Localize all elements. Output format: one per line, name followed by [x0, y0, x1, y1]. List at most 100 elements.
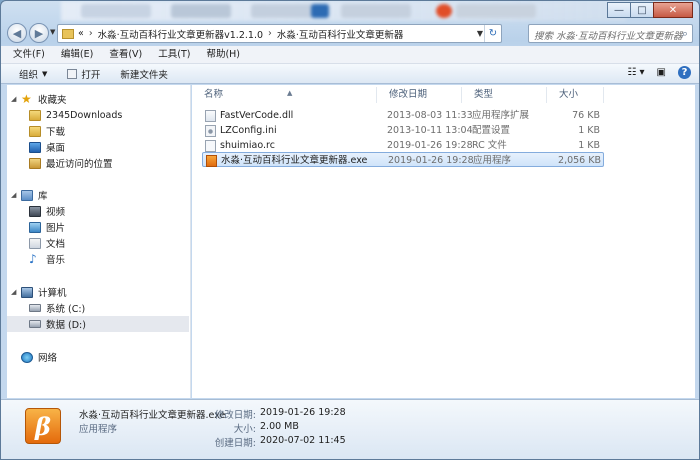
column-header-size[interactable]: 大小 [547, 87, 604, 103]
file-name: shuimiao.rc [220, 140, 275, 151]
back-arrow-icon: ◀ [12, 26, 22, 40]
details-filename: 水淼·互动百科行业文章更新器.exe [79, 410, 226, 421]
chevron-down-icon: ▼ [42, 69, 48, 78]
close-button[interactable]: ✕ [653, 2, 693, 18]
open-button[interactable]: 打开 [67, 67, 100, 81]
minimize-button[interactable]: — [607, 2, 631, 18]
file-size: 2,056 KB [558, 155, 601, 166]
sort-up-icon: ▲ [287, 89, 293, 97]
created-label: 创建日期: [214, 438, 256, 449]
nav-label: 系统 (C:) [46, 304, 86, 315]
recent-pages-dropdown-icon[interactable]: ▼ [50, 28, 55, 36]
downloads-folder-icon [29, 125, 41, 137]
breadcrumb-item[interactable]: 水淼·互动百科行业文章更新器 [277, 27, 404, 41]
nav-item-desktop[interactable]: 桌面 [29, 139, 65, 155]
column-label: 大小 [559, 89, 579, 100]
explorer-window: — □ ✕ ◀ ▶ ▼ « › 水淼·互动百科行业文章更新器v1.2.1.0 ›… [0, 0, 700, 460]
column-label: 修改日期 [389, 89, 428, 100]
expand-arrow-icon[interactable]: ◢ [11, 191, 16, 199]
file-row[interactable]: FastVerCode.dll 2013-08-03 11:33 应用程序扩展 … [202, 108, 604, 123]
nav-libraries[interactable]: ◢ 库 [11, 187, 48, 203]
search-input[interactable]: 搜索 水淼·互动百科行业文章更新器 ⌕ [528, 24, 693, 43]
nav-item-videos[interactable]: 视频 [29, 203, 65, 219]
menu-view[interactable]: 查看(V) [109, 46, 142, 63]
modified-label: 修改日期: [214, 410, 256, 421]
file-name: LZConfig.ini [220, 125, 277, 136]
desktop-icon [29, 141, 41, 153]
command-bar: 组织 ▼ 打开 新建文件夹 ☷ ▾ ▣ ? [1, 64, 699, 84]
nav-item-drive-c[interactable]: 系统 (C:) [29, 300, 85, 316]
file-type: 应用程序扩展 [472, 110, 530, 121]
file-type: RC 文件 [472, 140, 507, 151]
nav-item-downloads[interactable]: 下载 [29, 123, 65, 139]
file-row[interactable]: LZConfig.ini 2013-10-11 13:04 配置设置 1 KB [202, 123, 604, 138]
help-icon[interactable]: ? [678, 66, 691, 79]
file-size: 1 KB [578, 125, 600, 136]
address-dropdown-icon[interactable]: ▼ [477, 29, 483, 38]
column-label: 类型 [474, 89, 494, 100]
file-row[interactable]: shuimiao.rc 2019-01-26 19:28 RC 文件 1 KB [202, 138, 604, 153]
folder-icon [62, 28, 74, 39]
menu-file[interactable]: 文件(F) [13, 46, 45, 63]
address-row: ◀ ▶ ▼ « › 水淼·互动百科行业文章更新器v1.2.1.0 › 水淼·互动… [5, 22, 695, 44]
view-controls: ☷ ▾ ▣ ? [615, 66, 691, 79]
file-name: 水淼·互动百科行业文章更新器.exe [221, 155, 368, 166]
drive-icon [29, 304, 41, 312]
expand-arrow-icon[interactable]: ◢ [11, 95, 16, 103]
nav-item-pictures[interactable]: 图片 [29, 219, 65, 235]
nav-label: 音乐 [46, 255, 66, 266]
nav-label: 桌面 [46, 143, 66, 154]
menu-edit[interactable]: 编辑(E) [61, 46, 93, 63]
view-options-icon[interactable]: ☷ ▾ [627, 67, 644, 78]
nav-label: 下载 [46, 127, 66, 138]
nav-label: 网络 [38, 353, 58, 364]
nav-item-2345downloads[interactable]: 2345Downloads [29, 107, 122, 123]
organize-button[interactable]: 组织 ▼ [19, 67, 47, 81]
open-label: 打开 [81, 69, 101, 81]
forward-arrow-icon: ▶ [34, 26, 44, 40]
folder-icon [29, 109, 41, 121]
forward-button[interactable]: ▶ [29, 23, 49, 43]
file-row-selected[interactable]: 水淼·互动百科行业文章更新器.exe 2019-01-26 19:28 应用程序… [202, 152, 604, 167]
details-pane: β 水淼·互动百科行业文章更新器.exe 应用程序 修改日期: 2019-01-… [1, 399, 699, 459]
back-button[interactable]: ◀ [7, 23, 27, 43]
file-list: 名称 ▲ 修改日期 类型 大小 FastVerCode.dll 2013-08-… [192, 85, 695, 398]
size-value: 2.00 MB [260, 421, 299, 432]
nav-computer[interactable]: ◢ 计算机 [11, 284, 67, 300]
breadcrumb-item[interactable]: 水淼·互动百科行业文章更新器v1.2.1.0 [98, 27, 263, 41]
nav-network[interactable]: 网络 [21, 349, 57, 365]
config-file-icon [205, 124, 216, 137]
column-header-type[interactable]: 类型 [462, 87, 547, 103]
menu-tools[interactable]: 工具(T) [158, 46, 190, 63]
column-header-date[interactable]: 修改日期 [377, 87, 462, 103]
maximize-button[interactable]: □ [630, 2, 654, 18]
file-type: 应用程序 [473, 155, 512, 166]
nav-label: 2345Downloads [46, 109, 123, 121]
refresh-icon[interactable]: ↻ [484, 25, 501, 42]
expand-arrow-icon[interactable]: ◢ [11, 288, 16, 296]
video-icon [29, 205, 41, 217]
file-size: 76 KB [572, 110, 600, 121]
nav-item-music[interactable]: ♪ 音乐 [29, 251, 65, 267]
column-header-name[interactable]: 名称 ▲ [192, 87, 377, 103]
nav-favorites[interactable]: ◢ ★ 收藏夹 [11, 91, 67, 107]
recent-places-icon [29, 157, 41, 169]
nav-item-recent-places[interactable]: 最近访问的位置 [29, 155, 113, 171]
nav-item-documents[interactable]: 文档 [29, 235, 65, 251]
music-icon: ♪ [29, 251, 37, 266]
search-icon[interactable]: ⌕ [682, 27, 688, 41]
file-date: 2019-01-26 19:28 [388, 155, 474, 166]
address-bar[interactable]: « › 水淼·互动百科行业文章更新器v1.2.1.0 › 水淼·互动百科行业文章… [57, 24, 502, 43]
document-icon [29, 237, 41, 249]
nav-label: 视频 [46, 207, 66, 218]
search-placeholder: 搜索 水淼·互动百科行业文章更新器 [534, 31, 683, 42]
address-overflow[interactable]: « [78, 28, 84, 39]
nav-label: 图片 [46, 223, 66, 234]
details-filetype: 应用程序 [79, 424, 118, 435]
open-app-icon [67, 68, 78, 79]
preview-pane-icon[interactable]: ▣ [657, 67, 666, 78]
nav-item-drive-d[interactable]: 数据 (D:) [7, 316, 189, 332]
computer-icon [21, 286, 33, 298]
new-folder-button[interactable]: 新建文件夹 [120, 67, 168, 81]
menu-help[interactable]: 帮助(H) [206, 46, 240, 63]
